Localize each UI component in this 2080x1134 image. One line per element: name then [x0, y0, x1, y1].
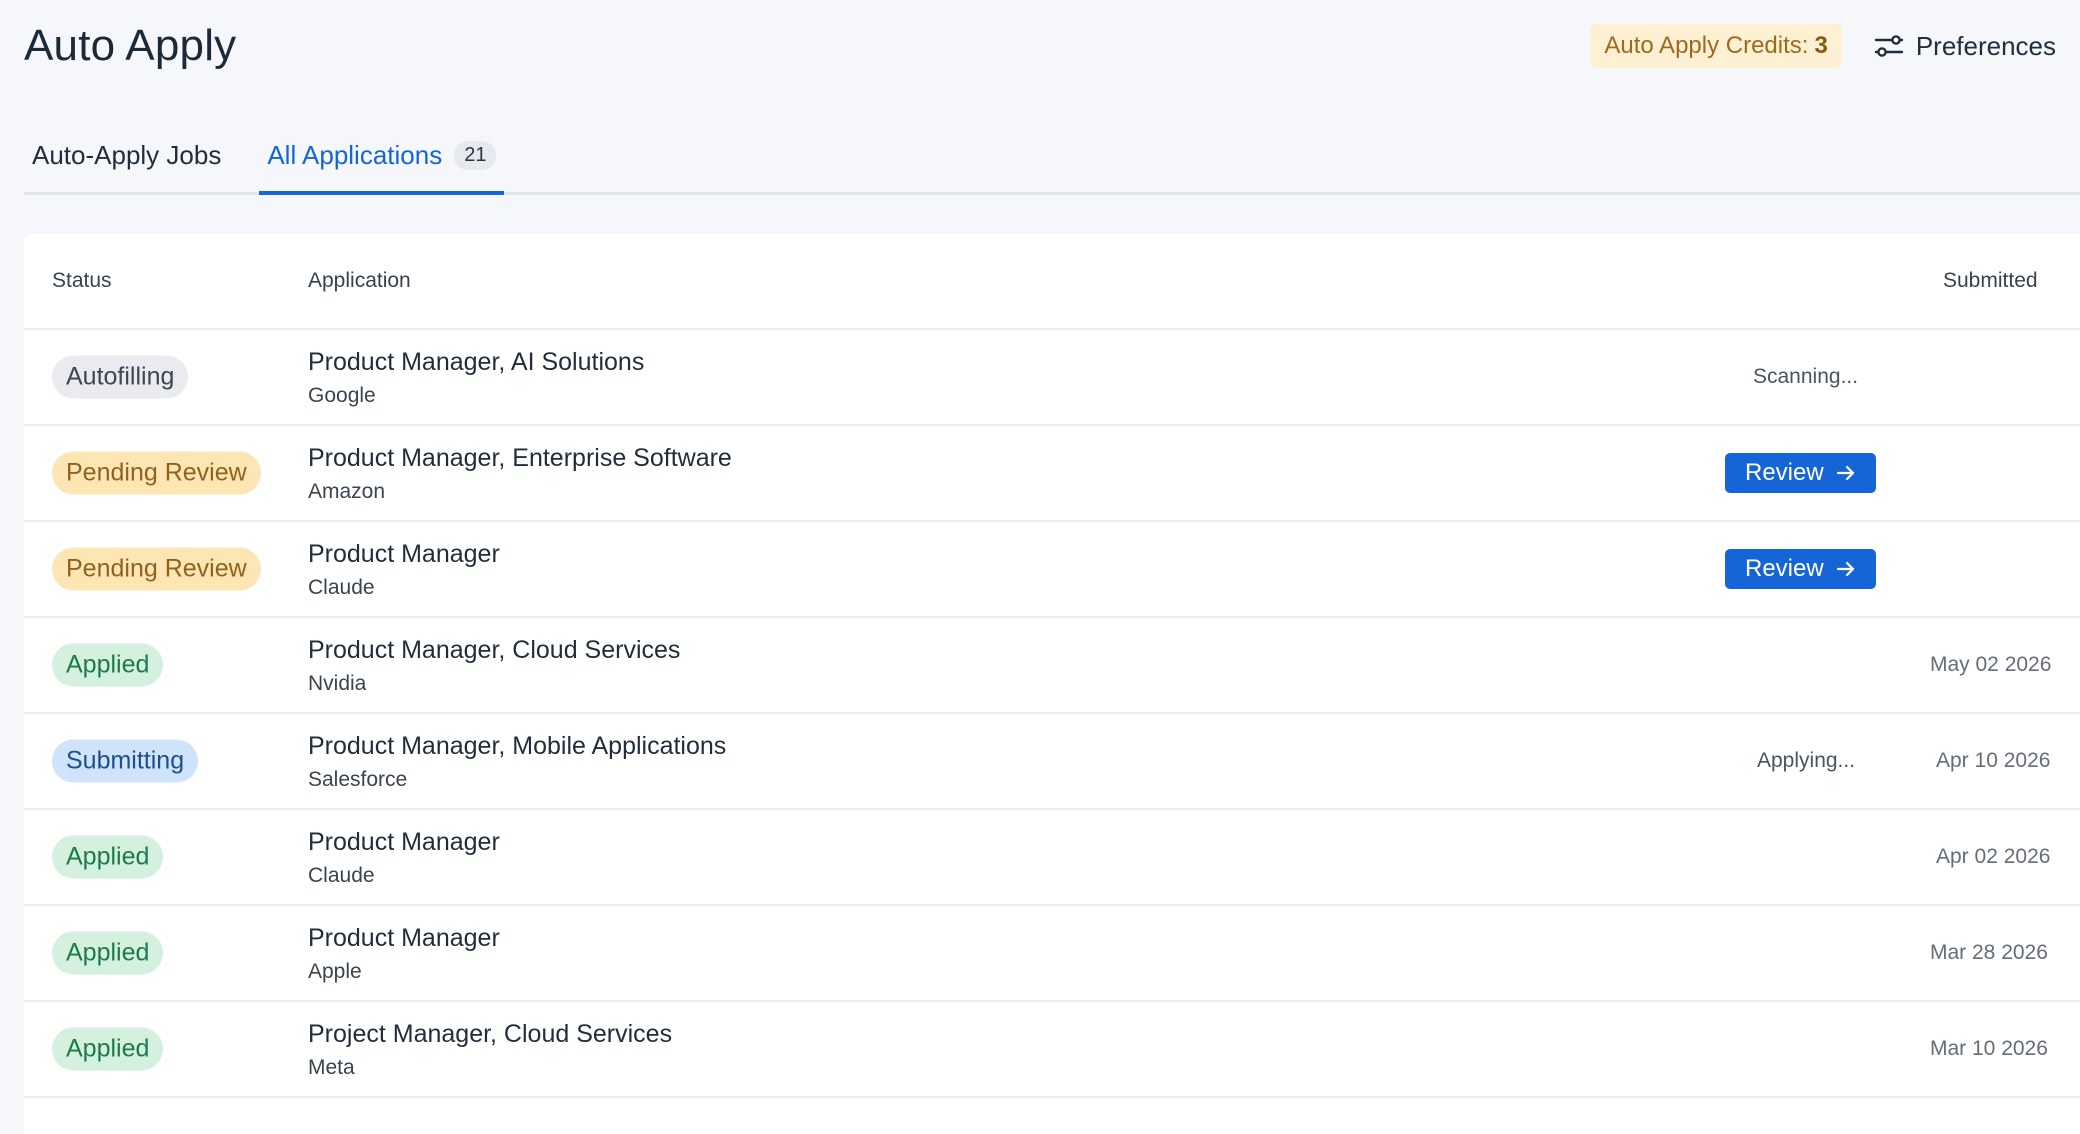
- credits-badge: Auto Apply Credits: 3: [1590, 24, 1842, 68]
- tab-all-applications[interactable]: All Applications 21: [259, 118, 505, 195]
- application-company: Apple: [308, 960, 362, 983]
- table-row[interactable]: Applied Product Manager Apple Mar 28 202…: [24, 906, 2080, 1002]
- status-badge: Autofilling: [52, 355, 189, 399]
- progress-text: Applying...: [1757, 749, 1856, 772]
- status-badge: Applied: [52, 835, 164, 879]
- table-row[interactable]: Submitting Product Manager, Mobile Appli…: [24, 714, 2080, 810]
- applications-table: Status Application Submitted Autofilling…: [24, 234, 2080, 1134]
- review-button[interactable]: Review: [1725, 453, 1876, 493]
- status-badge: Pending Review: [52, 451, 261, 495]
- application-company: Claude: [308, 864, 375, 887]
- status-badge: Applied: [52, 931, 164, 975]
- submitted-date: Mar 28 2026: [1930, 941, 2048, 964]
- table-row[interactable]: Applied Project Manager, Cloud Services …: [24, 1002, 2080, 1098]
- page-title: Auto Apply: [24, 21, 237, 70]
- submitted-date: Apr 10 2026: [1936, 749, 2051, 772]
- tab-bar: Auto-Apply Jobs All Applications 21: [24, 118, 2080, 195]
- application-company: Meta: [308, 1056, 355, 1079]
- table-row[interactable]: Applied Product Manager Claude Apr 02 20…: [24, 810, 2080, 906]
- application-title[interactable]: Product Manager, AI Solutions: [308, 348, 644, 377]
- application-title[interactable]: Product Manager, Cloud Services: [308, 636, 680, 665]
- application-title[interactable]: Product Manager, Mobile Applications: [308, 732, 726, 761]
- tab-label: All Applications: [267, 139, 443, 170]
- column-header-application[interactable]: Application: [308, 269, 411, 293]
- progress-text: Scanning...: [1753, 365, 1859, 388]
- application-title[interactable]: Product Manager, Enterprise Software: [308, 444, 732, 473]
- tab-auto-apply-jobs[interactable]: Auto-Apply Jobs: [24, 118, 229, 192]
- tab-label: Auto-Apply Jobs: [32, 139, 222, 170]
- arrow-right-icon: [1836, 464, 1856, 482]
- header-actions: Auto Apply Credits: 3 Preferences: [1590, 24, 2056, 68]
- status-badge: Submitting: [52, 739, 199, 783]
- application-company: Google: [308, 384, 376, 407]
- preferences-label: Preferences: [1915, 30, 2056, 61]
- application-company: Amazon: [308, 480, 386, 503]
- review-label: Review: [1745, 459, 1824, 486]
- application-title[interactable]: Project Manager, Cloud Services: [308, 1020, 672, 1049]
- tab-count-badge: 21: [454, 140, 497, 170]
- credits-label: Auto Apply Credits:: [1604, 32, 1809, 59]
- application-company: Nvidia: [308, 672, 367, 695]
- submitted-date: Mar 10 2026: [1930, 1037, 2048, 1060]
- page-header: Auto Apply Auto Apply Credits: 3 Prefere…: [24, 0, 2056, 92]
- sliders-icon: [1874, 35, 1904, 57]
- table-row[interactable]: Applied Product Manager, Cloud Services …: [24, 618, 2080, 714]
- status-badge: Applied: [52, 1027, 164, 1071]
- table-row[interactable]: Pending Review Product Manager, Enterpri…: [24, 426, 2080, 522]
- table-row[interactable]: Pending Review Product Manager Claude Re…: [24, 522, 2080, 618]
- credits-value: 3: [1814, 32, 1828, 59]
- table-header: Status Application Submitted: [24, 234, 2080, 330]
- submitted-date: May 02 2026: [1930, 653, 2052, 676]
- arrow-right-icon: [1836, 560, 1856, 578]
- application-title[interactable]: Product Manager: [308, 924, 500, 953]
- application-company: Claude: [308, 576, 375, 599]
- status-badge: Pending Review: [52, 547, 261, 591]
- review-button[interactable]: Review: [1725, 549, 1876, 589]
- preferences-button[interactable]: Preferences: [1874, 31, 2056, 62]
- submitted-date: Apr 02 2026: [1936, 845, 2051, 868]
- column-header-submitted[interactable]: Submitted: [1943, 269, 2038, 293]
- column-header-status[interactable]: Status: [52, 269, 112, 293]
- application-company: Salesforce: [308, 768, 408, 791]
- review-label: Review: [1745, 555, 1824, 582]
- application-title[interactable]: Product Manager: [308, 828, 500, 857]
- table-row[interactable]: Autofilling Product Manager, AI Solution…: [24, 330, 2080, 426]
- application-title[interactable]: Product Manager: [308, 540, 500, 569]
- status-badge: Applied: [52, 643, 164, 687]
